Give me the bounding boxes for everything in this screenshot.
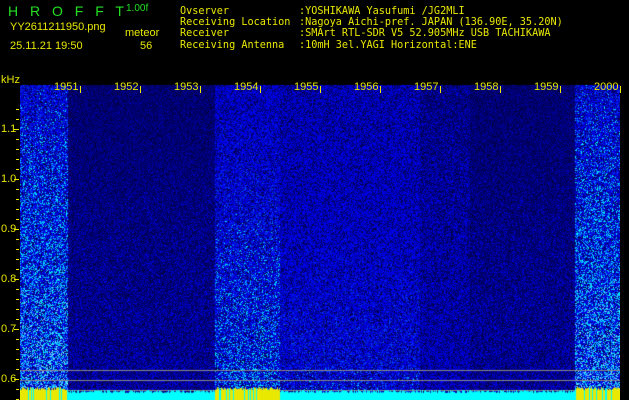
x-tick-label: 1951: [54, 81, 79, 93]
info-receiver: Receiver:SMArt RTL-SDR V5 52.905MHz USB …: [180, 28, 551, 40]
y-tick: [14, 279, 19, 280]
y-tick: [14, 179, 19, 180]
x-tick-label: 1959: [534, 81, 559, 93]
x-tick: [380, 86, 381, 93]
y-tick: [16, 349, 19, 350]
file-name: YY2611211950.png: [10, 21, 106, 33]
x-tick: [500, 86, 501, 93]
info-antenna: Receiving Antenna:10mH 3el.YAGI Horizont…: [180, 39, 477, 51]
x-tick: [140, 86, 141, 93]
x-tick-label: 1952: [114, 81, 139, 93]
x-tick: [80, 86, 81, 93]
y-tick: [16, 109, 19, 110]
x-tick-label: 1957: [414, 81, 439, 93]
x-tick: [620, 86, 621, 93]
y-tick: [16, 339, 19, 340]
file-datetime: 25.11.21 19:50: [10, 40, 83, 52]
x-tick: [200, 86, 201, 93]
y-tick: [14, 329, 19, 330]
y-tick: [16, 159, 19, 160]
x-tick-label: 1953: [174, 81, 199, 93]
y-tick: [16, 269, 19, 270]
y-tick: [16, 359, 19, 360]
meteor-count: 56: [140, 40, 153, 52]
x-tick: [560, 86, 561, 93]
app-version: 1.00f: [126, 3, 149, 14]
info-location: Receiving Location:Nagoya Aichi-pref. JA…: [180, 17, 563, 29]
info-observer: Ovserver:YOSHIKAWA Yasufumi /JG2MLI: [180, 6, 465, 17]
meteor-label: meteor: [125, 27, 160, 39]
y-tick: [16, 239, 19, 240]
y-tick: [16, 289, 19, 290]
x-tick-label: 1956: [354, 81, 379, 93]
y-tick: [16, 369, 19, 370]
app-title: H R O F F T: [8, 3, 128, 19]
y-tick: [16, 299, 19, 300]
x-tick-label: 1954: [234, 81, 259, 93]
x-tick: [260, 86, 261, 93]
station-info: Ovserver:YOSHIKAWA Yasufumi /JG2MLI Rece…: [180, 6, 563, 51]
y-tick: [16, 219, 19, 220]
x-tick-label: 2000: [594, 81, 619, 93]
y-tick: [16, 319, 19, 320]
y-tick: [16, 389, 19, 390]
y-tick: [16, 199, 19, 200]
y-tick: [16, 259, 19, 260]
x-tick-label: 1958: [474, 81, 499, 93]
y-tick: [14, 129, 19, 130]
y-tick: [16, 209, 19, 210]
y-tick: [16, 309, 19, 310]
y-tick: [14, 379, 19, 380]
y-axis-unit: kHz: [1, 74, 20, 86]
y-tick: [16, 169, 19, 170]
y-tick: [16, 189, 19, 190]
y-tick: [16, 149, 19, 150]
y-tick: [16, 119, 19, 120]
spectrogram: [20, 80, 620, 400]
x-tick-label: 1955: [294, 81, 319, 93]
y-tick: [16, 139, 19, 140]
y-tick: [14, 229, 19, 230]
x-tick: [320, 86, 321, 93]
y-tick: [16, 249, 19, 250]
x-tick: [440, 86, 441, 93]
